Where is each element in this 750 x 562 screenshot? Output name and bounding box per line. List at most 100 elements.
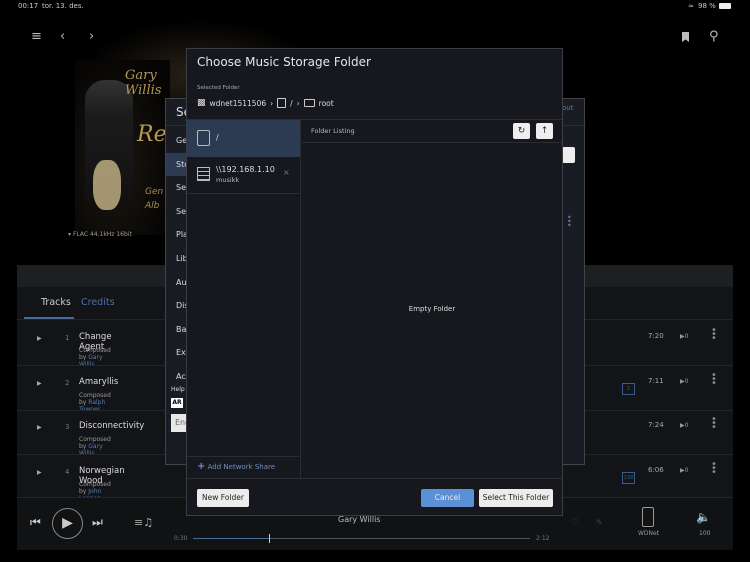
disk-icon <box>197 130 210 146</box>
settings-nav-item[interactable]: Pla <box>166 223 188 246</box>
remove-icon[interactable]: × <box>283 168 290 177</box>
empty-folder-message: Empty Folder <box>408 305 456 313</box>
selected-folder-label: Selected Folder <box>197 85 240 91</box>
play-count-value: 0 <box>684 333 689 340</box>
track-number: 4 <box>65 467 70 476</box>
bookmark-icon[interactable] <box>682 32 689 42</box>
volume-level: 100 <box>699 530 711 537</box>
play-track-icon[interactable]: ▶ <box>37 380 42 387</box>
play-count: ▶0 <box>680 377 689 385</box>
status-date: tor. 13. des. <box>42 2 84 10</box>
settings-nav-item[interactable]: Ext <box>166 341 189 364</box>
track-number: 3 <box>65 423 70 431</box>
settings-nav-item[interactable]: Dis <box>166 294 189 317</box>
breadcrumb-folder[interactable]: root <box>319 99 334 108</box>
lock-badge-icon: 2 <box>622 382 635 395</box>
chevron-right-icon: › <box>270 98 274 108</box>
forward-icon[interactable]: › <box>89 29 94 44</box>
location-share: musikk <box>216 176 240 184</box>
settings-nav-item[interactable]: Bac <box>166 318 191 341</box>
add-network-share-button[interactable]: + Add Network Share <box>197 461 275 472</box>
edit-icon[interactable]: ✎ <box>596 518 603 527</box>
breadcrumb-disk[interactable]: / <box>290 99 293 108</box>
location-item-root[interactable]: / <box>187 120 300 157</box>
format-icon: ▾ <box>68 231 72 238</box>
tab-credits[interactable]: Credits <box>81 297 115 308</box>
breadcrumb: ▩ wdnet1511506 › / › root <box>197 98 334 108</box>
network-server-icon <box>197 167 210 181</box>
settings-nav-item[interactable]: Acc <box>166 365 190 388</box>
play-count: ▶0 <box>680 333 689 340</box>
location-name: / <box>216 133 219 142</box>
choose-folder-dialog: Choose Music Storage Folder Selected Fol… <box>186 48 563 516</box>
progress-slider[interactable] <box>193 534 530 543</box>
help-label: Help <box>171 386 185 393</box>
status-time: 00:17 <box>18 2 39 10</box>
chevron-right-icon: › <box>296 98 300 108</box>
volume-icon[interactable]: 🔈 <box>696 510 711 524</box>
heart-icon[interactable]: ♡ <box>571 518 579 528</box>
settings-nav-item[interactable]: Sto <box>166 152 189 176</box>
previous-icon[interactable]: ⏮ <box>30 515 41 530</box>
breadcrumb-server[interactable]: wdnet1511506 <box>210 99 267 108</box>
play-count-value: 0 <box>684 422 689 429</box>
ar-icon[interactable]: AR <box>171 398 183 408</box>
queue-icon[interactable]: ≡♫ <box>134 516 153 529</box>
play-count: ▶0 <box>680 422 689 429</box>
play-track-icon[interactable]: ▶ <box>37 469 42 476</box>
settings-nav-item[interactable]: Set <box>166 200 189 223</box>
settings-nav-item[interactable]: Aud <box>166 271 192 294</box>
wifi-icon: ≈ <box>688 2 694 10</box>
folder-icon <box>303 99 315 107</box>
progress-thumb[interactable] <box>269 534 271 543</box>
track-duration: 7:24 <box>648 421 664 429</box>
play-track-icon[interactable]: ▶ <box>37 335 42 342</box>
cancel-button[interactable]: Cancel <box>421 489 474 507</box>
album-art: Gary Willis Re Gen Alb <box>75 60 170 235</box>
more-options-icon[interactable]: • • • <box>711 459 717 477</box>
track-duration: 7:20 <box>648 332 664 340</box>
plus-icon: + <box>197 461 206 472</box>
menu-icon[interactable]: ≡ <box>31 29 42 44</box>
settings-button[interactable] <box>562 147 575 163</box>
play-count-value: 0 <box>684 466 689 474</box>
more-options-icon[interactable]: • • • <box>711 415 717 433</box>
battery-percent: 98 % <box>698 2 716 10</box>
speaker-device-icon[interactable] <box>642 507 654 527</box>
next-icon[interactable]: ⏭ <box>92 515 103 530</box>
more-options-icon[interactable]: • • • <box>711 326 717 344</box>
location-item-network[interactable]: \\192.168.1.10 musikk × <box>187 157 300 194</box>
select-folder-button[interactable]: Select This Folder <box>479 489 553 507</box>
progress-fill <box>193 538 270 539</box>
add-share-label: Add Network Share <box>207 463 276 471</box>
total-time: 2:12 <box>536 535 550 542</box>
settings-nav-item[interactable]: Ge <box>166 129 188 152</box>
location-name: \\192.168.1.10 <box>216 165 275 174</box>
refresh-button[interactable]: ↻ <box>513 123 530 139</box>
up-folder-button[interactable]: ↑ <box>536 123 553 139</box>
audio-format: ▾ FLAC 44.1kHz 16bit <box>68 231 132 238</box>
more-options-icon[interactable]: • • • <box>711 370 717 388</box>
now-playing-artist: Gary Willis <box>338 515 381 524</box>
server-icon: ▩ <box>197 98 206 108</box>
settings-link[interactable]: out <box>562 104 573 112</box>
settings-nav-item[interactable]: Ser <box>166 176 189 199</box>
play-button[interactable]: ▶ <box>52 508 83 539</box>
more-options-icon[interactable]: • • • <box>567 214 572 230</box>
album-art-subtitle: Gen Alb <box>145 187 164 211</box>
device-name: WDNet <box>638 530 660 537</box>
elapsed-time: 0:30 <box>174 535 188 542</box>
new-folder-button[interactable]: New Folder <box>197 489 249 507</box>
dialog-title: Choose Music Storage Folder <box>197 55 371 69</box>
format-text: FLAC 44.1kHz 16bit <box>72 231 132 238</box>
album-art-artist: Gary Willis <box>125 68 162 98</box>
back-icon[interactable]: ‹ <box>60 29 65 44</box>
play-count-value: 0 <box>684 377 689 385</box>
play-track-icon[interactable]: ▶ <box>37 424 42 431</box>
folder-listing-header: Folder Listing <box>311 127 355 135</box>
settings-nav-item[interactable]: Lib <box>166 247 188 270</box>
track-duration: 7:11 <box>648 376 664 385</box>
tab-tracks[interactable]: Tracks <box>41 297 71 308</box>
battery-icon <box>719 3 731 9</box>
search-icon[interactable]: ⚲ <box>709 29 719 44</box>
